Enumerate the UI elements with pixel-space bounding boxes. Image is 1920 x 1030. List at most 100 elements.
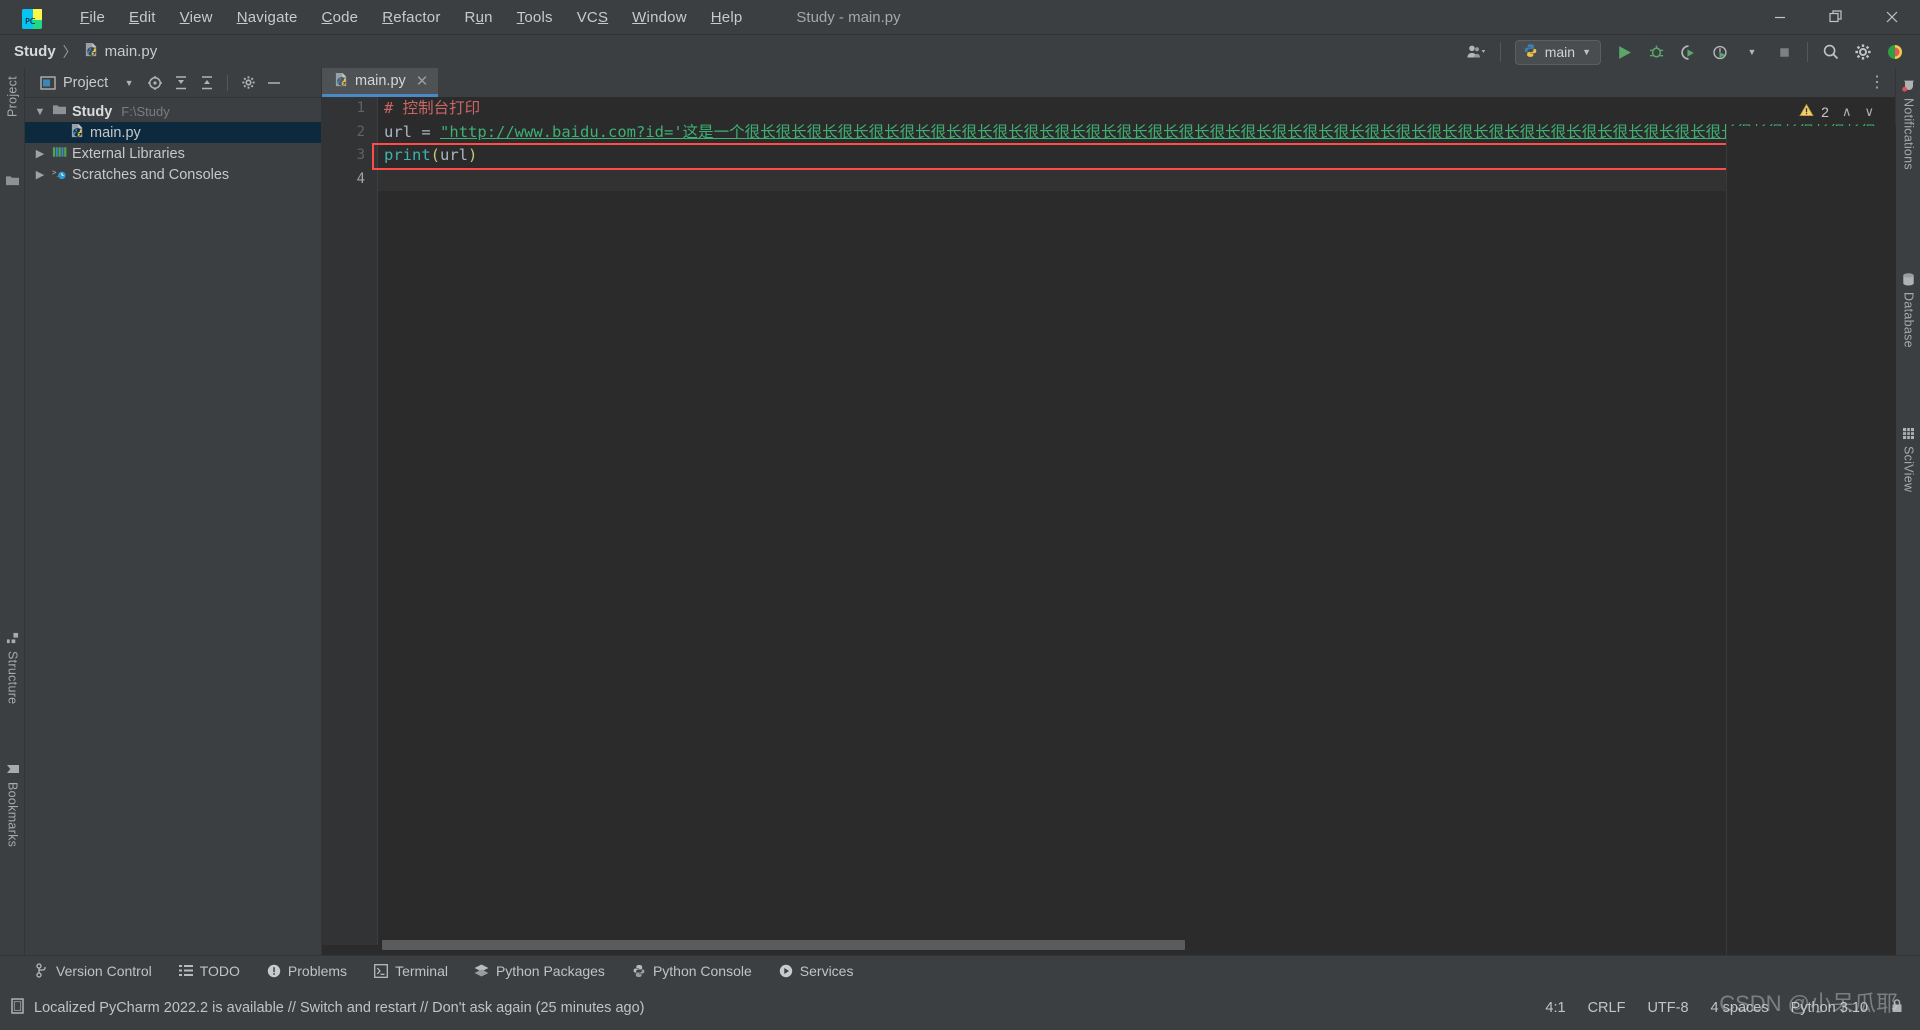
- chevron-down-icon[interactable]: ▼: [118, 72, 140, 94]
- collapse-all-icon[interactable]: [196, 72, 218, 94]
- navigation-bar: Study 〉 main.py main ▼ ▼: [0, 34, 1920, 68]
- code-editor[interactable]: 1 2 3 4 # 控制台打印 url = "http://www.baidu.…: [322, 97, 1896, 1004]
- code-lines[interactable]: # 控制台打印 url = "http://www.baidu.com?id='…: [378, 97, 1896, 945]
- assistant-icon[interactable]: [1880, 39, 1910, 65]
- maximize-button[interactable]: [1808, 0, 1864, 34]
- stripe-bookmarks-label: Bookmarks: [5, 782, 20, 848]
- close-icon[interactable]: ✕: [416, 72, 429, 90]
- gear-icon[interactable]: [237, 72, 259, 94]
- run-configuration-selector[interactable]: main ▼: [1514, 39, 1601, 65]
- code-line-2[interactable]: url = "http://www.baidu.com?id='这是一个很长很长…: [378, 121, 1896, 145]
- inspection-widget[interactable]: 2 ∧ ∨: [1799, 103, 1874, 120]
- select-opened-file-icon[interactable]: [144, 72, 166, 94]
- close-button[interactable]: [1864, 0, 1920, 34]
- window-controls[interactable]: [1752, 0, 1920, 34]
- project-tree[interactable]: ▼ Study F:\Study main.py ▶ External Libr…: [25, 98, 321, 185]
- tool-button-python-console[interactable]: Python Console: [631, 963, 752, 979]
- main-menu[interactable]: FFileile Edit View Navigate Code Refacto…: [68, 5, 754, 30]
- exclamation-circle-icon: [266, 963, 282, 979]
- svg-text:PC: PC: [25, 17, 36, 26]
- editor-tab-bar: main.py ✕ ⋮: [322, 68, 1895, 97]
- list-icon: [178, 963, 194, 979]
- menu-item-navigate[interactable]: Navigate: [225, 5, 310, 30]
- menu-item-edit[interactable]: Edit: [117, 5, 168, 30]
- profiler-icon[interactable]: [1705, 39, 1735, 65]
- chevron-down-icon[interactable]: ▼: [1737, 39, 1767, 65]
- debug-bug-icon[interactable]: [1641, 39, 1671, 65]
- indent-setting[interactable]: 4 spaces: [1711, 1000, 1769, 1016]
- menu-item-file[interactable]: FFileile: [68, 5, 117, 30]
- editor-tab-mainpy[interactable]: main.py ✕: [322, 68, 439, 97]
- stripe-button-bookmarks[interactable]: Bookmarks: [0, 758, 25, 851]
- search-icon[interactable]: [1816, 39, 1846, 65]
- tool-label: Python Console: [652, 962, 752, 979]
- user-account-icon[interactable]: [1462, 39, 1492, 65]
- minimize-button[interactable]: [1752, 0, 1808, 34]
- caret-position[interactable]: 4:1: [1545, 1000, 1565, 1016]
- menu-item-help[interactable]: Help: [699, 5, 755, 30]
- chevron-right-icon[interactable]: ▶: [33, 168, 47, 181]
- tool-button-problems[interactable]: Problems: [266, 963, 347, 979]
- run-button[interactable]: [1609, 39, 1639, 65]
- status-bar: Localized PyCharm 2022.2 is available //…: [0, 985, 1920, 1030]
- tool-button-todo[interactable]: TODO: [178, 963, 240, 979]
- breadcrumb-project[interactable]: Study: [14, 43, 56, 60]
- previous-problem-icon[interactable]: ∧: [1842, 104, 1852, 120]
- breadcrumb-file[interactable]: main.py: [84, 42, 157, 61]
- editor-options-icon[interactable]: ⋮: [1869, 72, 1885, 92]
- lock-icon[interactable]: [1890, 998, 1904, 1018]
- database-icon: [1902, 272, 1916, 286]
- gear-icon[interactable]: [1848, 39, 1878, 65]
- stripe-button-notifications[interactable]: Notifications: [1896, 74, 1920, 174]
- menu-item-window[interactable]: Window: [620, 5, 699, 30]
- menu-item-tools[interactable]: Tools: [505, 5, 565, 30]
- stripe-button-project[interactable]: Project: [0, 72, 25, 121]
- hide-panel-icon[interactable]: [263, 72, 285, 94]
- tool-label: Python Packages: [495, 962, 605, 979]
- tree-node-study[interactable]: ▼ Study F:\Study: [25, 101, 321, 122]
- status-bar-right[interactable]: 4:1 CRLF UTF-8 4 spaces Python 3.10: [1545, 998, 1904, 1018]
- menu-item-view[interactable]: View: [168, 5, 225, 30]
- stripe-button-structure[interactable]: Structure: [0, 628, 25, 708]
- tool-button-python-packages[interactable]: Python Packages: [474, 963, 605, 979]
- file-encoding[interactable]: UTF-8: [1647, 1000, 1688, 1016]
- next-problem-icon[interactable]: ∨: [1864, 104, 1874, 120]
- menu-item-vcs[interactable]: VCS: [565, 5, 620, 30]
- stripe-button-sciview[interactable]: SciView: [1896, 423, 1920, 496]
- breadcrumb[interactable]: Study 〉 main.py: [14, 42, 157, 62]
- chevron-down-icon[interactable]: ▼: [33, 106, 47, 118]
- tree-node-external-libraries-label: External Libraries: [72, 145, 185, 162]
- chevron-right-icon[interactable]: ▶: [33, 147, 47, 160]
- project-tool-window: Project ▼ ▼ Study F:\Study main.py ▶ Ext…: [25, 68, 321, 975]
- menu-item-refactor[interactable]: Refactor: [370, 5, 452, 30]
- tree-node-scratches[interactable]: ▶ >_ Scratches and Consoles: [25, 164, 321, 185]
- coverage-icon[interactable]: [1673, 39, 1703, 65]
- tool-window-bar: Version Control TODO Problems Terminal P…: [0, 955, 1920, 985]
- status-notification[interactable]: Localized PyCharm 2022.2 is available //…: [10, 997, 644, 1018]
- tool-button-services[interactable]: Services: [778, 963, 853, 979]
- horizontal-scrollbar-thumb[interactable]: [382, 940, 1185, 950]
- tree-node-mainpy[interactable]: main.py: [25, 122, 321, 143]
- horizontal-scrollbar[interactable]: [378, 939, 1890, 951]
- notifications-bell-icon: [1901, 78, 1916, 92]
- chevron-down-icon[interactable]: ▼: [1582, 47, 1591, 57]
- python-interpreter[interactable]: Python 3.10: [1791, 1000, 1868, 1016]
- tool-button-version-control[interactable]: Version Control: [34, 963, 152, 979]
- code-line-1[interactable]: # 控制台打印: [378, 97, 1896, 121]
- tree-node-external-libraries[interactable]: ▶ External Libraries: [25, 143, 321, 164]
- stop-button[interactable]: [1769, 39, 1799, 65]
- code-line-4[interactable]: [378, 167, 1896, 191]
- tool-button-terminal[interactable]: Terminal: [373, 963, 448, 979]
- expand-all-icon[interactable]: [170, 72, 192, 94]
- menu-item-run[interactable]: Run: [453, 5, 505, 30]
- code-token-variable: url: [440, 146, 469, 164]
- python-file-icon: [334, 72, 349, 91]
- stripe-button-database[interactable]: Database: [1896, 268, 1920, 352]
- project-panel-header: Project ▼: [25, 68, 321, 98]
- line-separator[interactable]: CRLF: [1588, 1000, 1626, 1016]
- navbar-toolbar[interactable]: main ▼ ▼: [1462, 35, 1910, 69]
- code-line-3[interactable]: print(url): [378, 144, 1896, 168]
- toolbar-divider: [1499, 42, 1501, 62]
- folder-icon[interactable]: [5, 174, 20, 192]
- menu-item-code[interactable]: Code: [310, 5, 371, 30]
